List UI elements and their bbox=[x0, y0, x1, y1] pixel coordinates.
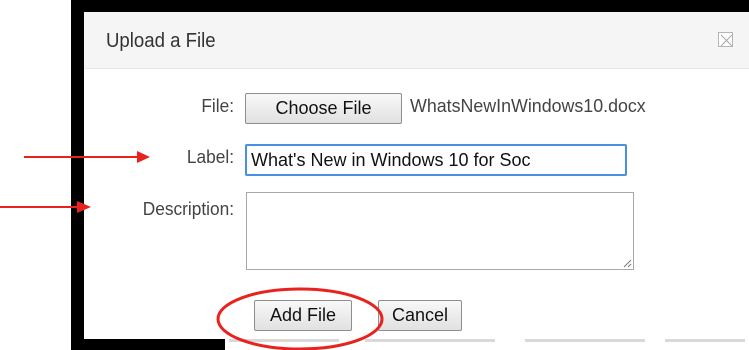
choose-file-button[interactable]: Choose File bbox=[245, 93, 402, 124]
chosen-file-name: WhatsNewInWindows10.docx bbox=[410, 96, 646, 116]
close-icon bbox=[720, 34, 733, 47]
dialog-titlebar: Upload a File bbox=[84, 12, 749, 69]
add-file-button[interactable]: Add File bbox=[254, 300, 352, 331]
description-label: Description: bbox=[142, 199, 234, 219]
dialog-title: Upload a File bbox=[106, 30, 216, 52]
cancel-button[interactable]: Cancel bbox=[378, 300, 462, 331]
file-label: File: bbox=[201, 96, 234, 116]
close-button[interactable] bbox=[718, 32, 733, 47]
description-textarea[interactable] bbox=[246, 192, 634, 270]
resize-grip-icon[interactable] bbox=[622, 258, 632, 268]
label-input[interactable]: What's New in Windows 10 for Soc bbox=[245, 144, 627, 176]
upload-file-dialog: Upload a File File: Choose File WhatsNew… bbox=[84, 12, 749, 339]
label-label: Label: bbox=[186, 147, 234, 167]
